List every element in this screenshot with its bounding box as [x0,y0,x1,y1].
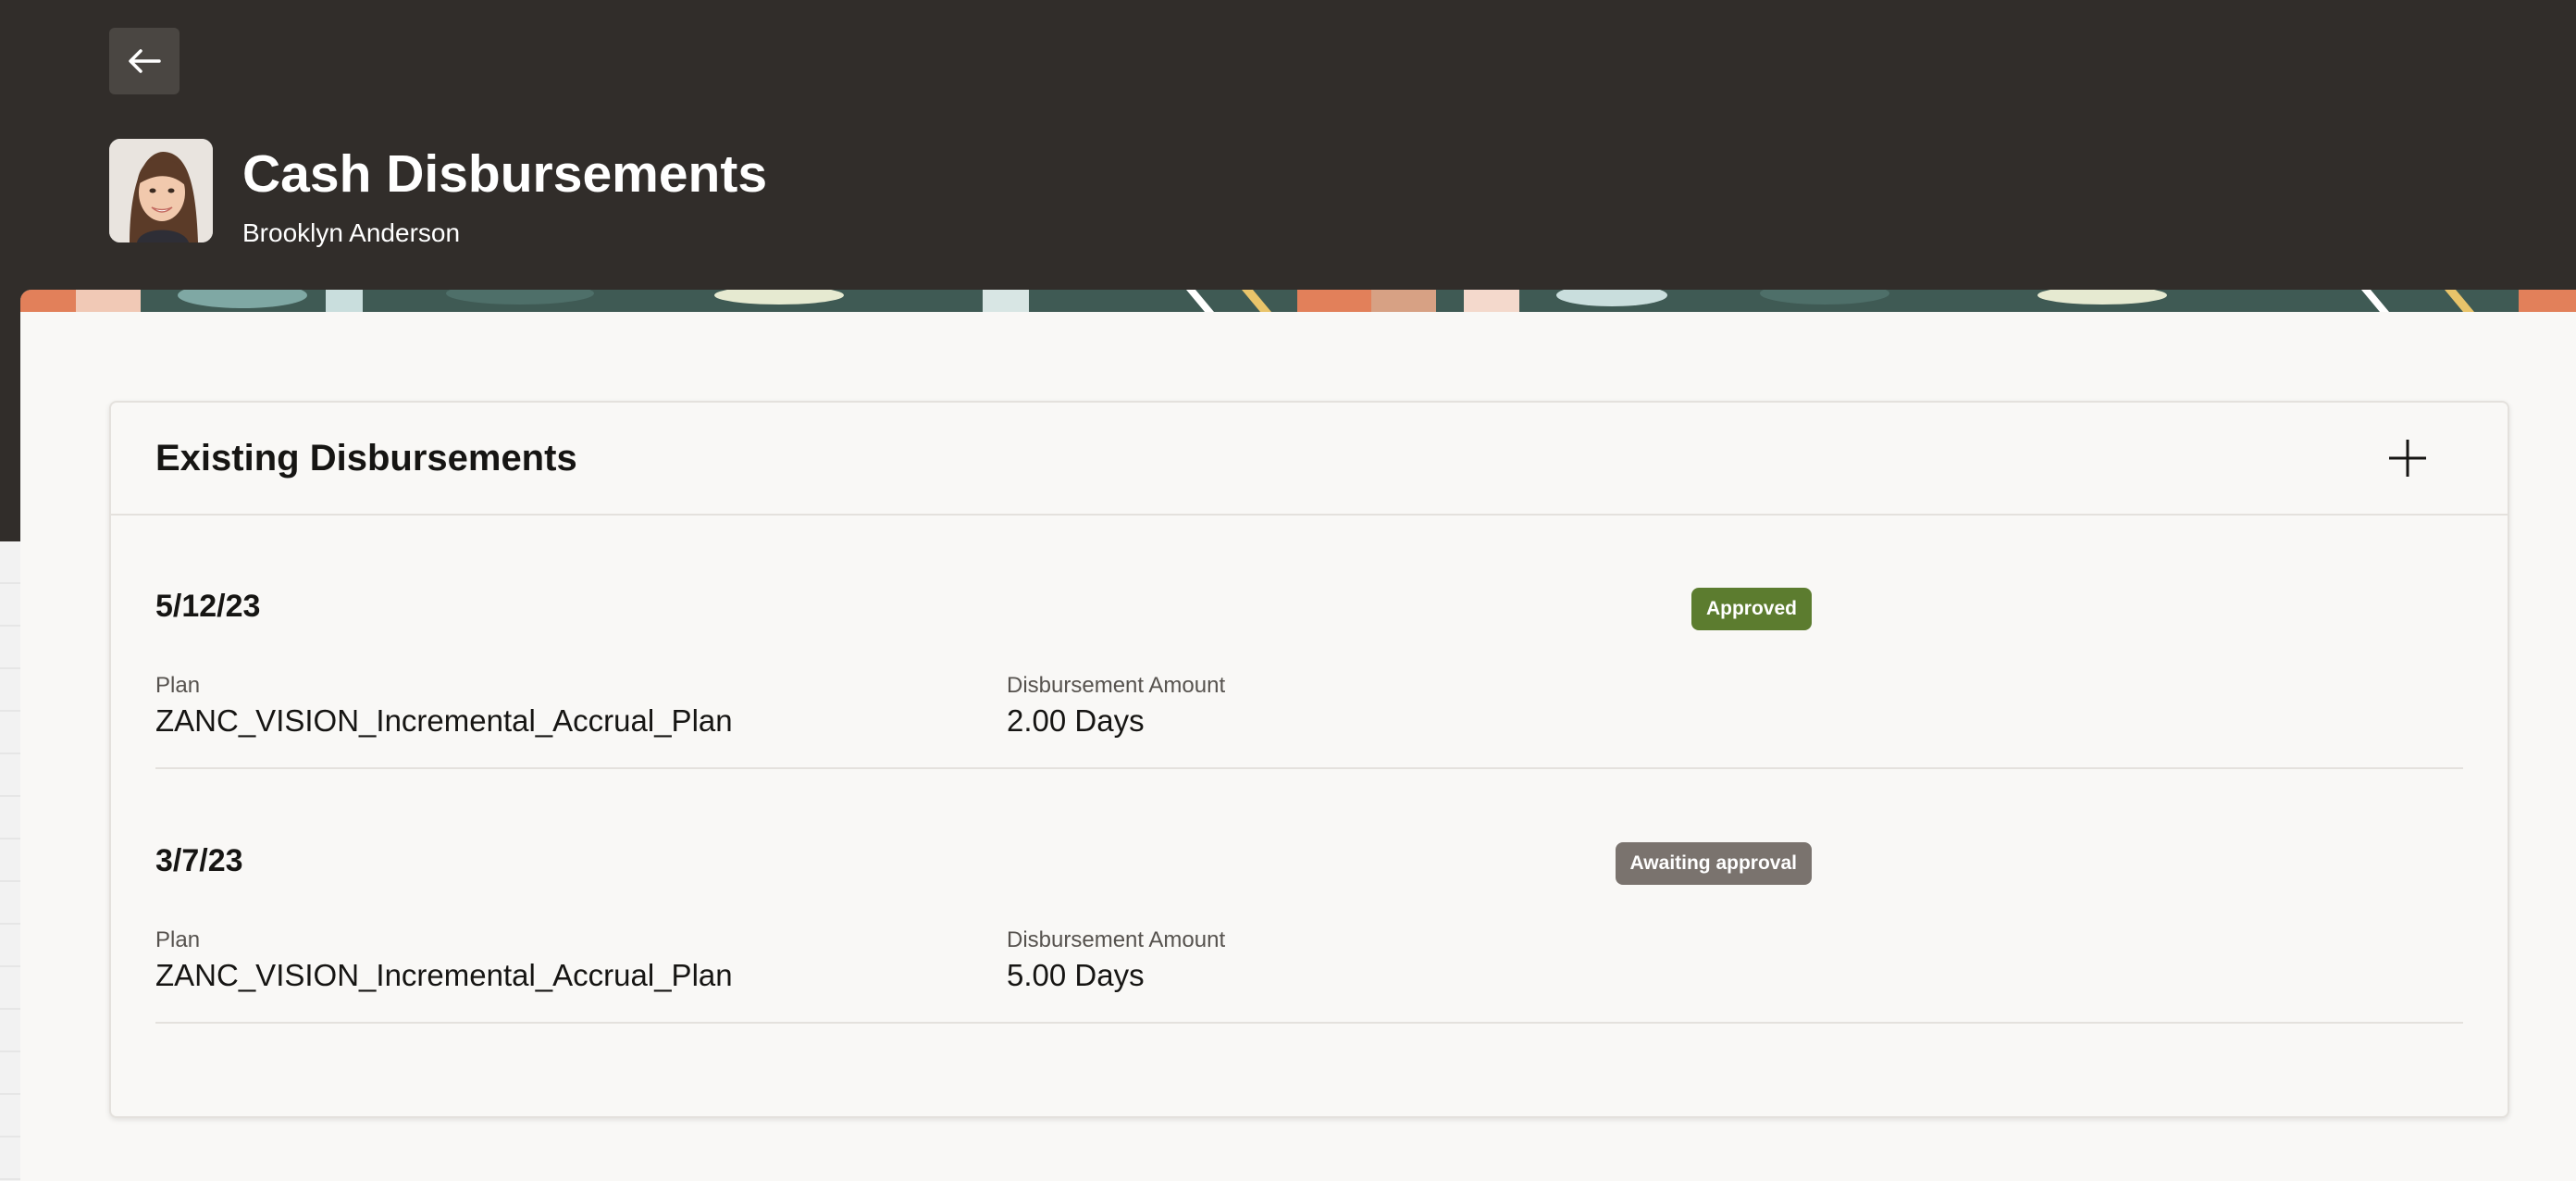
amount-value: 2.00 Days [1007,703,1145,738]
plan-value: ZANC_VISION_Incremental_Accrual_Plan [155,958,733,992]
disbursement-date: 3/7/23 [155,843,243,878]
card-title: Existing Disbursements [155,438,577,479]
plus-icon [2389,440,2426,477]
amount-value: 5.00 Days [1007,958,1145,992]
page-subtitle: Brooklyn Anderson [242,218,461,247]
plan-label: Plan [155,673,201,698]
background-page-edge [0,541,20,1181]
list-item[interactable]: 5/12/23 Approved Plan ZANC_VISION_Increm… [155,547,2463,769]
page-title: Cash Disbursements [242,144,768,204]
status-badge: Awaiting approval [1615,842,1812,885]
amount-label: Disbursement Amount [1007,673,1226,698]
existing-disbursements-card: Existing Disbursements 5/12/23 Approved … [109,401,2509,1118]
arrow-left-icon [129,49,161,73]
plan-value: ZANC_VISION_Incremental_Accrual_Plan [155,703,733,738]
add-disbursement-button[interactable] [2380,430,2435,486]
amount-label: Disbursement Amount [1007,927,1226,952]
disbursement-date: 5/12/23 [155,589,261,624]
plan-label: Plan [155,927,201,952]
main-content-panel: Existing Disbursements 5/12/23 Approved … [20,290,2576,1181]
card-header: Existing Disbursements [111,403,2508,516]
list-item[interactable]: 3/7/23 Awaiting approval Plan ZANC_VISIO… [155,802,2463,1024]
status-badge: Approved [1690,588,1812,630]
decorative-banner [20,290,2576,312]
avatar [109,139,213,242]
back-button[interactable] [109,28,180,94]
